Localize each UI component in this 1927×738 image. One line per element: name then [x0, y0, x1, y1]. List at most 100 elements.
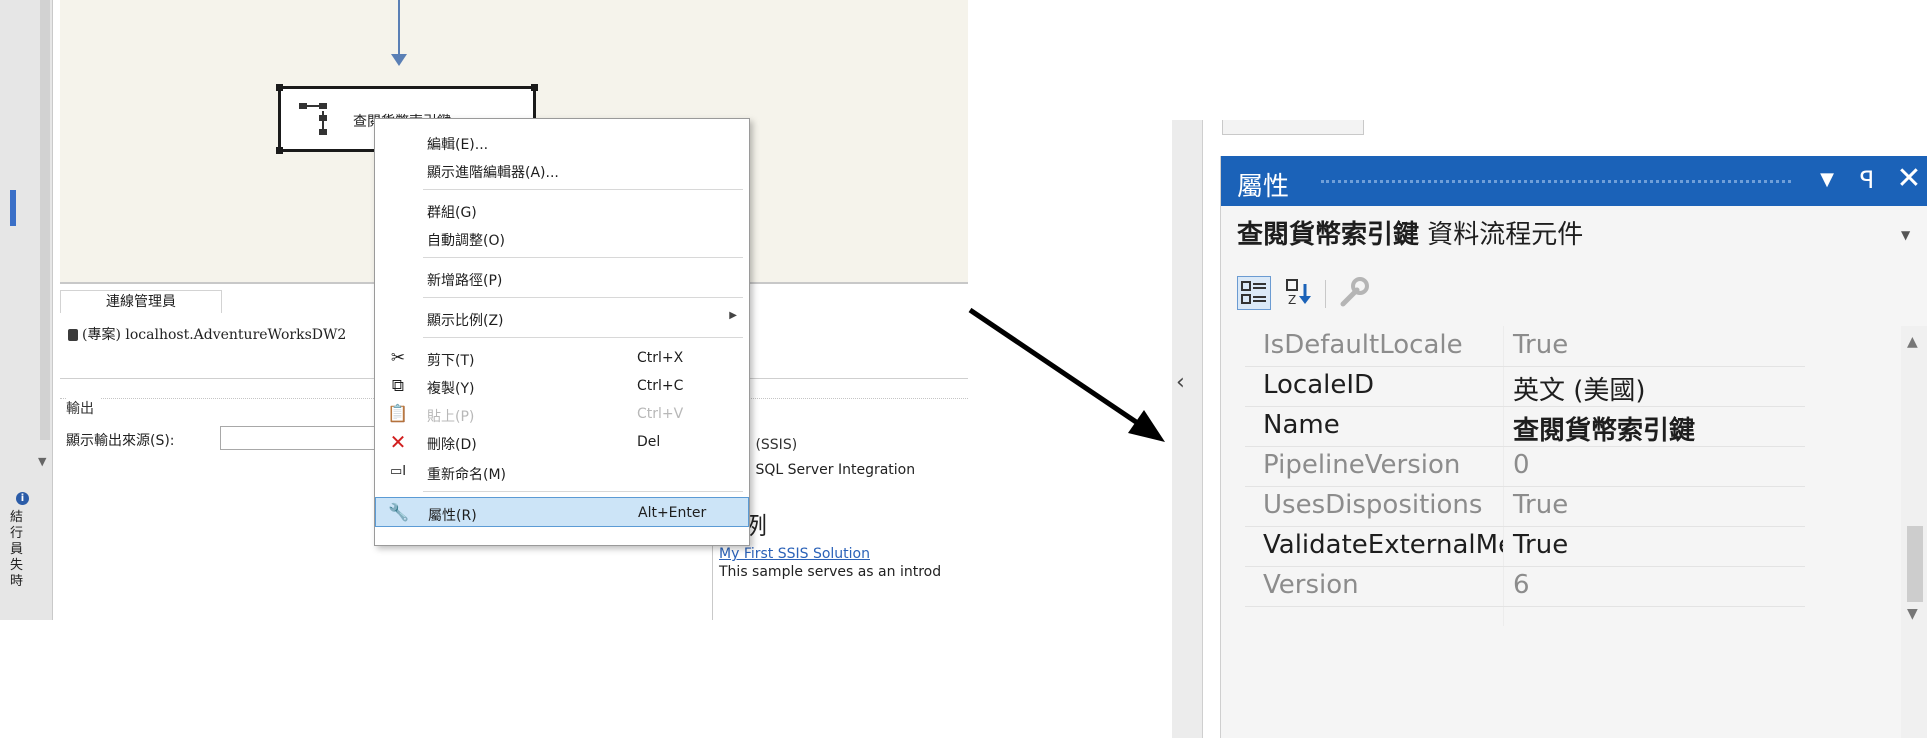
info-icon: i [16, 492, 29, 505]
menu-item-shortcut: Ctrl+C [637, 378, 684, 394]
tab-connection-manager[interactable]: 連線管理員 [60, 290, 222, 313]
window-position-dropdown-icon[interactable]: ▼ [1817, 170, 1837, 190]
menu-item-label: 顯示比例(Z) [427, 313, 504, 329]
menu-item-label: 群組(G) [427, 205, 477, 221]
property-value: True [1513, 530, 1569, 560]
scroll-up-icon[interactable]: ▲ [1907, 334, 1918, 350]
menu-item-rename[interactable]: ▭I 重新命名(M) [375, 457, 749, 487]
sample-description: This sample serves as an introd [719, 564, 942, 580]
chevron-down-icon[interactable]: ▼ [1901, 228, 1910, 242]
menu-item-advanced-editor[interactable]: 顯示進階編輯器(A)... [375, 155, 749, 185]
connection-plug-icon [68, 329, 78, 341]
property-value: 0 [1513, 450, 1530, 480]
property-row-usesdispositions[interactable]: UsesDispositions True [1245, 486, 1805, 527]
connection-item[interactable]: (專案) localhost.AdventureWorksDW2 [68, 324, 346, 344]
menu-item-label: 刪除(D) [427, 437, 477, 453]
wrench-icon[interactable] [1337, 276, 1371, 310]
menu-item-copy[interactable]: ⧉ 複製(Y) Ctrl+C [375, 371, 749, 401]
scroll-down-icon[interactable]: ▼ [1907, 606, 1918, 622]
menu-item-shortcut: Del [637, 434, 661, 450]
menu-separator [423, 337, 743, 338]
ssis-designer-screenshot: ▼ i 結行員失時 查閱貨幣索引鍵 連線管理員 ( [0, 0, 968, 620]
toolbar-separator [1325, 280, 1326, 308]
menu-item-cut[interactable]: ✂ 剪下(T) Ctrl+X [375, 343, 749, 373]
properties-title: 屬性 [1237, 172, 1290, 202]
menu-item-autosize[interactable]: 自動調整(O) [375, 223, 749, 253]
output-source-select[interactable] [220, 426, 380, 450]
menu-item-label: 屬性(R) [428, 508, 477, 524]
getting-started-panel: 入門 (SSIS) 使用 SQL Server Integration S)。 … [712, 426, 968, 620]
menu-item-shortcut: Ctrl+X [637, 350, 684, 366]
property-row-validateexternalmetadata[interactable]: ValidateExternalMe True [1245, 526, 1805, 567]
object-selector[interactable]: 查閱貨幣索引鍵 資料流程元件 [1237, 214, 1583, 251]
menu-separator [423, 189, 743, 190]
paste-icon: 📋 [387, 404, 409, 424]
property-name: IsDefaultLocale [1263, 330, 1463, 360]
property-name: ValidateExternalMe [1263, 530, 1503, 560]
property-row-version[interactable]: Version 6 [1245, 566, 1805, 607]
menu-item-label: 剪下(T) [427, 353, 475, 369]
left-toolbox-strip: ▼ i 結行員失時 [0, 0, 53, 620]
resize-handle[interactable] [531, 84, 538, 91]
property-value: 6 [1513, 570, 1530, 600]
description-line: 使用 SQL Server Integration [723, 462, 916, 478]
property-name: PipelineVersion [1263, 450, 1461, 480]
pin-icon[interactable]: ꟼ [1855, 166, 1879, 194]
wrench-icon: 🔧 [388, 503, 410, 523]
menu-item-properties[interactable]: 🔧 屬性(R) Alt+Enter [375, 497, 749, 527]
property-row-isdefaultlocale[interactable]: IsDefaultLocale True [1245, 326, 1805, 367]
delete-icon: ✕ [389, 430, 407, 454]
first-ssis-solution-link[interactable]: My First SSIS Solution [719, 546, 870, 562]
categorized-icon[interactable] [1237, 276, 1271, 310]
alphabetical-sort-icon[interactable]: Z [1283, 276, 1317, 310]
menu-separator [423, 257, 743, 258]
property-grid: IsDefaultLocale True LocaleID 英文 (美國) Na… [1245, 326, 1805, 738]
menu-item-delete[interactable]: ✕ 刪除(D) Del [375, 427, 749, 457]
output-source-label: 顯示輸出來源(S): [66, 433, 175, 449]
menu-item-label: 顯示進階編輯器(A)... [427, 165, 559, 181]
menu-item-group[interactable]: 群組(G) [375, 195, 749, 225]
connection-item-label: (專案) localhost.AdventureWorksDW2 [82, 327, 347, 343]
menu-item-add-path[interactable]: 新增路徑(P) [375, 263, 749, 293]
scroll-down-icon[interactable]: ▼ [38, 455, 46, 468]
chevron-left-icon[interactable]: ‹ [1176, 370, 1185, 395]
property-value: 英文 (美國) [1513, 376, 1646, 406]
svg-text:Z: Z [1288, 293, 1296, 307]
output-title: 輸出 [66, 398, 100, 418]
incoming-path-line[interactable] [398, 0, 400, 58]
property-name: Version [1263, 570, 1359, 600]
menu-item-shortcut: Ctrl+V [637, 406, 684, 422]
resize-handle[interactable] [276, 84, 283, 91]
submenu-arrow-icon: ▶ [729, 310, 737, 321]
properties-toolbar: Z [1221, 268, 1927, 318]
titlebar-grip[interactable] [1321, 180, 1791, 183]
getting-started-description: 使用 SQL Server Integration S)。 [723, 460, 915, 500]
properties-scrollbar[interactable]: ▲ ▼ [1901, 326, 1927, 738]
menu-item-edit[interactable]: 編輯(E)... [375, 127, 749, 157]
property-row-pipelineversion[interactable]: PipelineVersion 0 [1245, 446, 1805, 487]
close-icon[interactable]: ✕ [1895, 164, 1923, 194]
property-name: Name [1263, 410, 1340, 440]
left-scrollbar[interactable] [40, 0, 50, 440]
properties-window: 屬性 ▼ ꟼ ✕ 查閱貨幣索引鍵 資料流程元件 ▼ Z IsDefaultLoc… [1220, 156, 1927, 738]
menu-item-shortcut: Alt+Enter [638, 505, 707, 521]
menu-item-label: 自動調整(O) [427, 233, 505, 249]
menu-item-label: 重新命名(M) [427, 467, 507, 483]
menu-item-label: 編輯(E)... [427, 137, 489, 153]
scroll-thumb[interactable] [1907, 526, 1923, 602]
side-text: 結行員失時 [10, 510, 24, 589]
menu-separator [423, 491, 743, 492]
incoming-path-arrowhead [391, 54, 407, 66]
top-tab-fragment[interactable] [1222, 120, 1364, 135]
property-row-localeid[interactable]: LocaleID 英文 (美國) [1245, 366, 1805, 407]
menu-item-paste[interactable]: 📋 貼上(P) Ctrl+V [375, 399, 749, 429]
property-value: 查閱貨幣索引鍵 [1513, 416, 1696, 446]
menu-item-zoom[interactable]: 顯示比例(Z) ▶ [375, 303, 749, 333]
selection-marker [10, 190, 16, 226]
property-row-name[interactable]: Name 查閱貨幣索引鍵 [1245, 406, 1805, 447]
resize-handle[interactable] [276, 147, 283, 154]
menu-separator [423, 297, 743, 298]
properties-screenshot: ‹ 屬性 ▼ ꟼ ✕ 查閱貨幣索引鍵 資料流程元件 ▼ Z IsDefaultL… [1172, 120, 1927, 738]
pointer-arrow-icon [968, 307, 1165, 442]
object-name: 查閱貨幣索引鍵 [1237, 220, 1420, 250]
